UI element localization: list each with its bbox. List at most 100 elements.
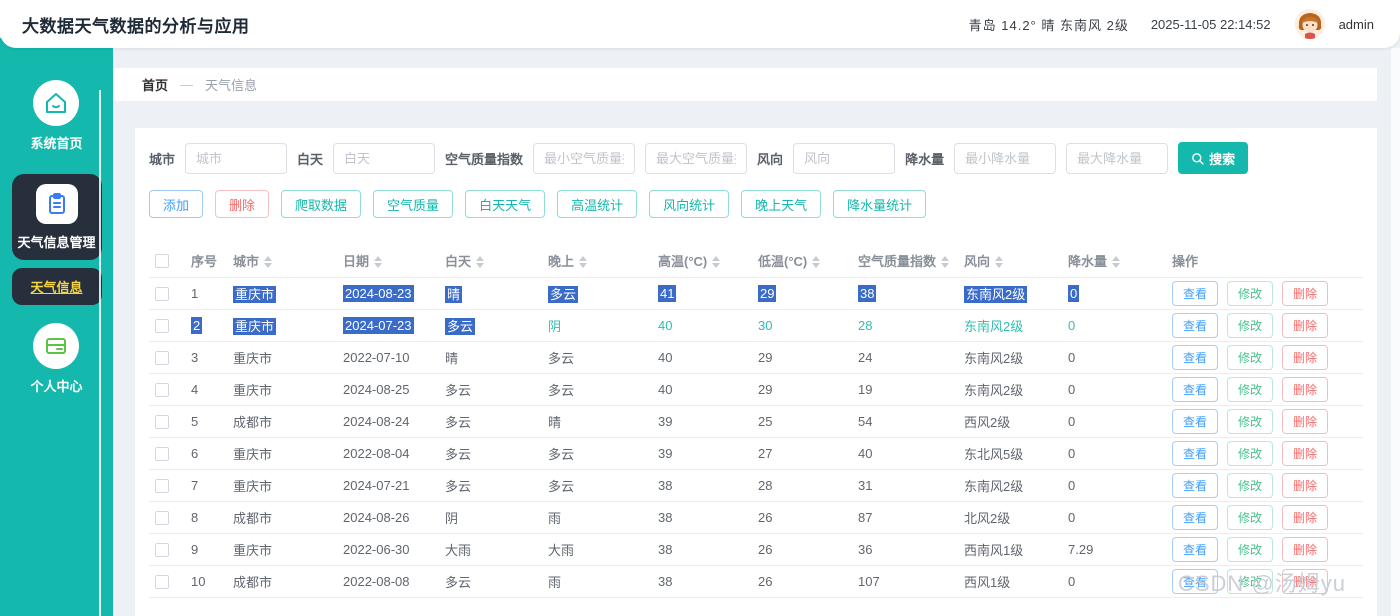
- row-checkbox[interactable]: [155, 350, 169, 365]
- view-row-button[interactable]: 查看: [1172, 312, 1219, 338]
- col-header-rain[interactable]: 降水量: [1062, 244, 1166, 278]
- del-row-button[interactable]: 删除: [1282, 536, 1329, 562]
- del-row-button[interactable]: 删除: [1282, 344, 1329, 370]
- table-row[interactable]: 7 重庆市 2024-07-21 多云 多云 38 28 31 东南风2级 0 查看 修改 删除: [149, 469, 1363, 502]
- edit-row-button[interactable]: 修改: [1227, 504, 1274, 530]
- sidebar-item-label: 天气信息管理: [17, 235, 96, 250]
- cell-index: 9: [185, 533, 227, 566]
- col-header-aqi[interactable]: 空气质量指数: [852, 244, 958, 278]
- table-row[interactable]: 6 重庆市 2022-08-04 多云 多云 39 27 40 东北风5级 0 查看 修改 删除: [149, 437, 1363, 470]
- col-header-low[interactable]: 低温(°C): [752, 244, 852, 278]
- view-row-button[interactable]: 查看: [1172, 536, 1219, 562]
- cell-day: 多云: [439, 373, 542, 406]
- del-row-button[interactable]: 删除: [1282, 280, 1329, 306]
- sort-carets-icon[interactable]: [812, 256, 821, 269]
- del-row-button[interactable]: 删除: [1282, 472, 1329, 498]
- table-row[interactable]: 9 重庆市 2022-06-30 大雨 大雨 38 26 36 西南风1级 7.29 查看 修改 删除: [149, 533, 1363, 566]
- del-row-button[interactable]: 删除: [1282, 408, 1329, 434]
- rain-max-input[interactable]: [1066, 142, 1169, 174]
- row-checkbox[interactable]: [155, 414, 169, 429]
- table-row[interactable]: 5 成都市 2024-08-24 多云晴 39 25 54 西风2级 0 查看 修改 删除: [149, 405, 1363, 438]
- wind-input[interactable]: [793, 142, 896, 174]
- toolbar-stat-button[interactable]: 白天天气: [465, 190, 546, 218]
- sidebar-item-weather-info-active[interactable]: 天气信息: [11, 268, 102, 305]
- sort-carets-icon[interactable]: [476, 256, 485, 269]
- view-row-button[interactable]: 查看: [1172, 408, 1219, 434]
- view-row-button[interactable]: 查看: [1172, 280, 1219, 306]
- table-row[interactable]: 3 重庆市 2022-07-10 晴多云 40 29 24 东南风2级 0 查看 修改 删除: [149, 341, 1363, 374]
- row-checkbox[interactable]: [155, 510, 169, 525]
- edit-row-button[interactable]: 修改: [1227, 472, 1274, 498]
- row-checkbox[interactable]: [155, 542, 169, 557]
- toolbar-stat-button[interactable]: 风向统计: [649, 190, 730, 218]
- toolbar-stat-button[interactable]: 降水量统计: [833, 190, 927, 218]
- username[interactable]: admin: [1339, 17, 1374, 32]
- sidebar-item-profile[interactable]: 个人中心: [30, 323, 83, 395]
- sort-carets-icon[interactable]: [995, 256, 1004, 269]
- edit-row-button[interactable]: 修改: [1227, 344, 1274, 370]
- table-row[interactable]: 8 成都市 2024-08-26 阴雨 38 26 87 北风2级 0 查看 修改 删除: [149, 501, 1363, 534]
- toolbar-stat-button[interactable]: 晚上天气: [741, 190, 822, 218]
- row-checkbox[interactable]: [155, 286, 169, 301]
- edit-row-button[interactable]: 修改: [1227, 280, 1274, 306]
- cell-ops: 查看 修改 删除: [1166, 341, 1363, 374]
- toolbar-stat-button[interactable]: 空气质量: [373, 190, 454, 218]
- col-header-city[interactable]: 城市: [227, 244, 337, 278]
- row-checkbox[interactable]: [155, 382, 169, 397]
- select-all-checkbox[interactable]: [155, 254, 169, 269]
- breadcrumb-home[interactable]: 首页: [142, 75, 168, 94]
- sidebar-item-weather-mgmt[interactable]: 天气信息管理: [11, 174, 102, 260]
- delete-button[interactable]: 删除: [215, 190, 270, 218]
- del-row-button[interactable]: 删除: [1282, 440, 1329, 466]
- col-header-wind[interactable]: 风向: [958, 244, 1062, 278]
- edit-row-button[interactable]: 修改: [1227, 408, 1274, 434]
- cell-aqi: 31: [852, 469, 958, 502]
- sort-carets-icon[interactable]: [1112, 256, 1121, 269]
- col-header-day[interactable]: 白天: [439, 244, 542, 278]
- table-row[interactable]: 4 重庆市 2024-08-25 多云 多云 40 29 19 东南风2级 0 查看 修改 删除: [149, 373, 1363, 406]
- col-header-high[interactable]: 高温(°C): [652, 244, 752, 278]
- wind-filter-label: 风向: [757, 151, 784, 167]
- table-row[interactable]: 2 重庆市 2024-07-23 多云阴 40 30 28 东南风2级 0 查看 修改 删除: [149, 309, 1363, 342]
- row-checkbox[interactable]: [155, 574, 169, 589]
- aqi-max-input[interactable]: [645, 142, 748, 174]
- row-checkbox[interactable]: [155, 478, 169, 493]
- city-input[interactable]: [185, 142, 288, 174]
- cell-date: 2022-08-04: [337, 437, 439, 470]
- view-row-button[interactable]: 查看: [1172, 376, 1219, 402]
- scrollbar[interactable]: [1391, 48, 1400, 616]
- edit-row-button[interactable]: 修改: [1227, 440, 1274, 466]
- sort-carets-icon[interactable]: [264, 256, 273, 269]
- col-header-night[interactable]: 晚上: [542, 244, 652, 278]
- add-button[interactable]: 添加: [149, 190, 204, 218]
- sort-carets-icon[interactable]: [941, 256, 950, 269]
- row-checkbox[interactable]: [155, 446, 169, 461]
- avatar[interactable]: [1294, 9, 1325, 39]
- view-row-button[interactable]: 查看: [1172, 472, 1219, 498]
- search-button[interactable]: 搜索: [1178, 142, 1249, 174]
- sidebar-item-home[interactable]: 系统首页: [30, 80, 83, 152]
- sort-carets-icon[interactable]: [712, 256, 721, 269]
- del-row-button[interactable]: 删除: [1282, 376, 1329, 402]
- toolbar-stat-button[interactable]: 爬取数据: [281, 190, 362, 218]
- cell-date: 2022-07-10: [337, 341, 439, 374]
- del-row-button[interactable]: 删除: [1282, 504, 1329, 530]
- cell-ops: 查看 修改 删除: [1166, 533, 1363, 566]
- edit-row-button[interactable]: 修改: [1227, 312, 1274, 338]
- del-row-button[interactable]: 删除: [1282, 312, 1329, 338]
- sort-carets-icon[interactable]: [374, 256, 383, 269]
- sort-carets-icon[interactable]: [579, 256, 588, 269]
- row-checkbox[interactable]: [155, 318, 169, 333]
- table-row[interactable]: 1 重庆市 2024-08-23 晴多云 41 29 38 东南风2级 0 查看 修改 删除: [149, 277, 1363, 310]
- col-header-date[interactable]: 日期: [337, 244, 439, 278]
- id-card-icon: [33, 323, 80, 369]
- day-weather-input[interactable]: [333, 142, 436, 174]
- edit-row-button[interactable]: 修改: [1227, 536, 1274, 562]
- view-row-button[interactable]: 查看: [1172, 504, 1219, 530]
- toolbar-stat-button[interactable]: 高温统计: [557, 190, 638, 218]
- edit-row-button[interactable]: 修改: [1227, 376, 1274, 402]
- rain-min-input[interactable]: [954, 142, 1057, 174]
- view-row-button[interactable]: 查看: [1172, 440, 1219, 466]
- view-row-button[interactable]: 查看: [1172, 344, 1219, 370]
- aqi-min-input[interactable]: [533, 142, 636, 174]
